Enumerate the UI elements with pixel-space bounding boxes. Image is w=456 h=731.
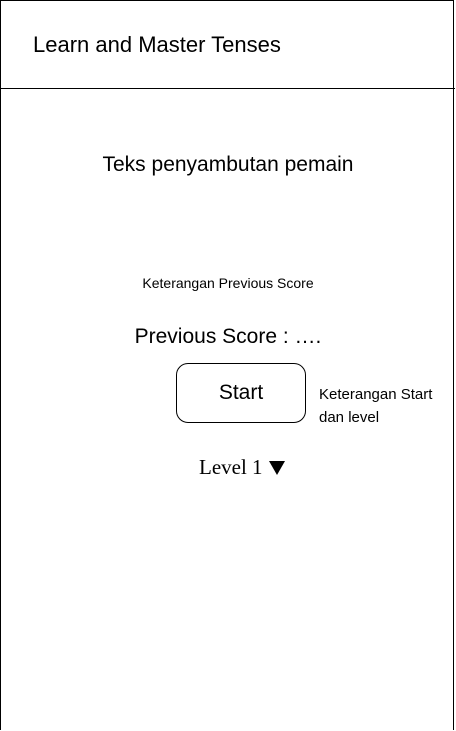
- welcome-text: Teks penyambutan pemain: [102, 153, 354, 176]
- triangle-down-icon: [268, 461, 285, 475]
- app-title: Learn and Master Tenses: [33, 32, 281, 57]
- level-dropdown[interactable]: Level 1: [199, 454, 285, 480]
- start-level-note: Keterangan Start dan level: [319, 386, 433, 426]
- previous-score-note: Keterangan Previous Score: [142, 275, 314, 291]
- start-button[interactable]: Start: [176, 363, 306, 423]
- app-header: Learn and Master Tenses: [1, 1, 455, 89]
- level-dropdown-value: Level 1: [199, 455, 263, 479]
- previous-score-label: Previous Score : ….: [134, 325, 322, 348]
- app-frame: Learn and Master Tenses Teks penyambutan…: [0, 0, 455, 730]
